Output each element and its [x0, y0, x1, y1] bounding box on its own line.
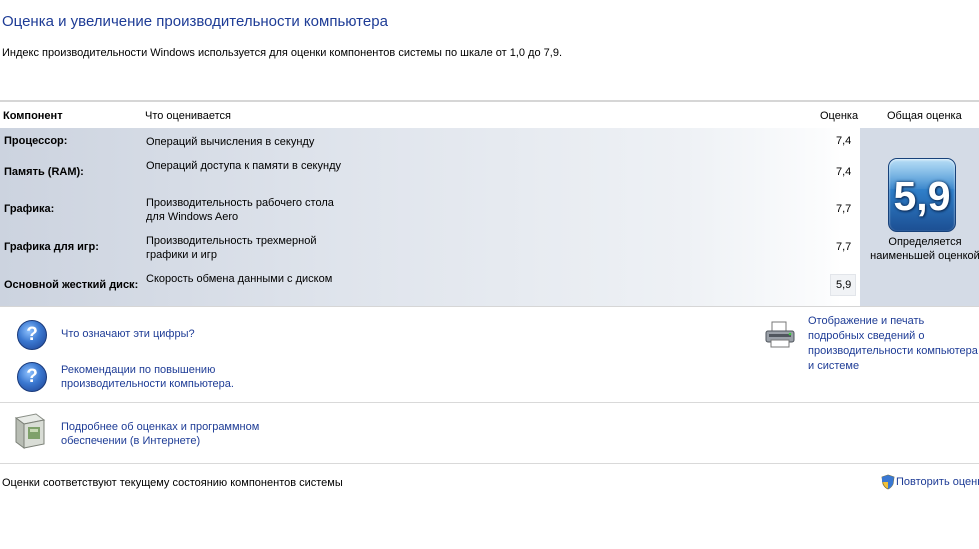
header-score: Оценка: [820, 110, 859, 122]
uac-shield-icon: [881, 474, 895, 490]
status-text: Оценки соответствуют текущему состоянию …: [2, 477, 343, 489]
header-component: Компонент: [3, 110, 63, 122]
component-score: 7,7: [836, 241, 852, 253]
base-score-panel: 5,9 Определяется наименьшей оценкой: [860, 128, 979, 306]
tips-link[interactable]: Рекомендации по повышению производительн…: [61, 363, 271, 391]
component-score: 7,7: [836, 203, 852, 215]
base-score-caption: Определяется наименьшей оценкой: [870, 236, 979, 262]
component-name: Память (RAM):: [4, 166, 84, 178]
base-score-value: 5,9: [893, 173, 951, 219]
component-metric: Производительность рабочего стола для Wi…: [146, 197, 334, 223]
page-title: Оценка и увеличение производительности к…: [2, 13, 388, 30]
component-name: Графика для игр:: [4, 241, 99, 253]
table-body: Процессор: Операций вычисления в секунду…: [0, 128, 979, 307]
component-metric: Операций доступа к памяти в секунду: [146, 160, 341, 172]
page-description: Индекс производительности Windows исполь…: [2, 47, 562, 59]
component-score: 5,9: [836, 279, 852, 291]
table-header: Компонент Что оценивается Оценка Общая о…: [0, 100, 979, 130]
divider: [0, 402, 979, 403]
what-numbers-mean-link[interactable]: Что означают эти цифры?: [61, 328, 195, 340]
software-box-icon[interactable]: [10, 412, 46, 450]
rerun-assessment-label: Повторить оценку: [896, 476, 979, 488]
help-icon[interactable]: ?: [17, 320, 47, 350]
component-name: Основной жесткий диск:: [4, 279, 139, 291]
header-what: Что оценивается: [145, 110, 232, 122]
help-icon[interactable]: ?: [17, 362, 47, 392]
divider: [0, 463, 979, 464]
component-name: Графика:: [4, 203, 55, 215]
component-metric: Скорость обмена данными с диском: [146, 273, 333, 285]
print-details-link[interactable]: Отображение и печать подробных сведений …: [808, 314, 979, 374]
component-score: 7,4: [836, 135, 852, 147]
header-total: Общая оценка: [887, 110, 962, 122]
rerun-assessment-button[interactable]: Повторить оценку: [881, 474, 979, 490]
score-table: Компонент Что оценивается Оценка Общая о…: [0, 100, 979, 307]
component-metric: Операций вычисления в секунду: [146, 136, 315, 148]
more-info-link[interactable]: Подробнее об оценках и программном обесп…: [61, 420, 281, 448]
component-metric: Производительность трехмерной графики и …: [146, 235, 317, 261]
component-score: 7,4: [836, 166, 852, 178]
printer-icon[interactable]: [763, 320, 797, 350]
lowest-score-highlight: 5,9: [830, 274, 856, 296]
component-name: Процессор:: [4, 135, 68, 147]
base-score-badge: 5,9: [888, 158, 956, 232]
